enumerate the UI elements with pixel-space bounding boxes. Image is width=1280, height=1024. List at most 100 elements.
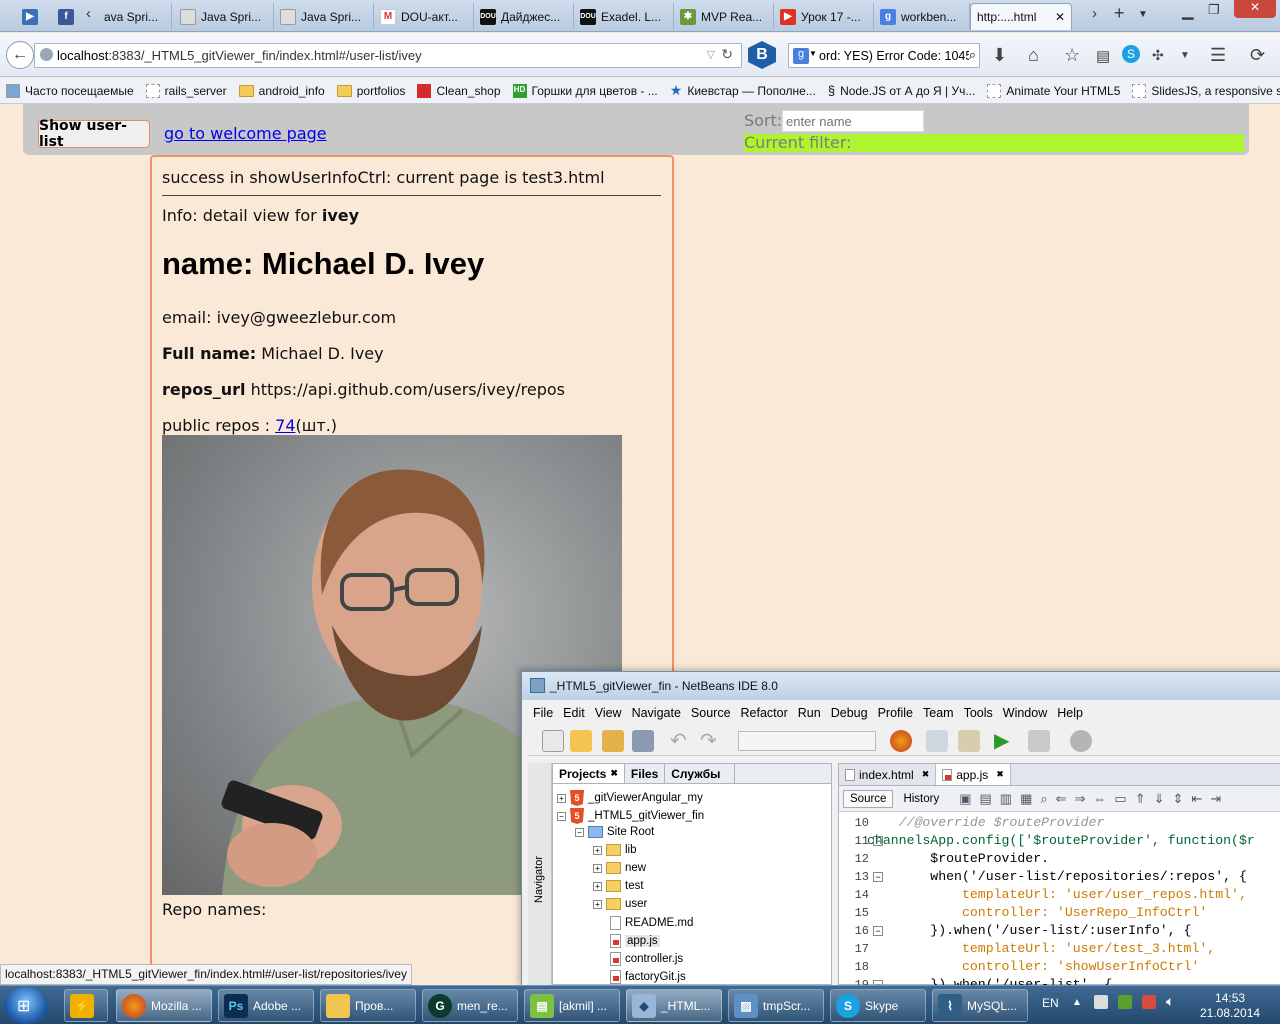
new-file-icon[interactable] (542, 730, 564, 752)
menu-window[interactable]: Window (1003, 706, 1047, 720)
dropdown-icon[interactable]: ▼ (1180, 50, 1190, 61)
reload-icon[interactable]: ↻ (721, 46, 733, 63)
code-area[interactable]: 10 11 12 13 14 15 16 17 18 19 − − − − //… (839, 814, 1280, 992)
tab-item[interactable]: DOU Дайджес... (474, 3, 574, 30)
bookmark-item[interactable]: Clean_shop (417, 83, 501, 98)
netbeans-title-bar[interactable]: _HTML5_gitViewer_fin - NetBeans IDE 8.0 (522, 672, 1280, 700)
reader-icon[interactable]: ▤ (1096, 47, 1110, 65)
tab-item[interactable]: Java Spri... (174, 3, 274, 30)
bookmark-item[interactable]: ★ Киевстар — Пополне... (670, 82, 816, 99)
language-indicator[interactable]: EN (1042, 996, 1059, 1010)
bookmark-item[interactable]: android_info (238, 84, 325, 98)
taskbar-item-image[interactable]: ▨ tmpScr... (728, 989, 824, 1022)
tab-index-html[interactable]: index.html ✖ (839, 764, 937, 785)
menu-view[interactable]: View (595, 706, 622, 720)
maximize-icon[interactable]: ❐ (1208, 2, 1220, 18)
start-button[interactable]: ⊞ (4, 987, 48, 1024)
tree-item[interactable]: + lib (593, 844, 637, 856)
redo-icon[interactable]: ↷ (700, 728, 717, 753)
bookmark-item[interactable]: SlidesJS, a responsive s... (1132, 83, 1280, 98)
tab-item[interactable]: Java Spri... (274, 3, 374, 30)
tab-pinned-2[interactable]: f (52, 3, 82, 30)
skype-icon[interactable]: S (1122, 45, 1140, 63)
navigator-strip[interactable]: Navigator (528, 763, 552, 985)
debug-icon[interactable] (1028, 730, 1050, 752)
taskbar-item-skype[interactable]: S Skype (830, 989, 926, 1022)
expand-icon[interactable]: + (557, 793, 566, 803)
taskbar-item-mysql[interactable]: ⌇ MySQL... (932, 989, 1028, 1022)
bookmark-star-icon[interactable]: ☆ (1064, 45, 1080, 66)
close-icon[interactable]: ✖ (922, 769, 930, 780)
tab-item[interactable]: M DOU-акт... (374, 3, 474, 30)
menu-refactor[interactable]: Refactor (741, 706, 788, 720)
bookmark-item[interactable]: rails_server (145, 83, 227, 98)
menu-tools[interactable]: Tools (964, 706, 993, 720)
bookmark-item[interactable]: § Node.JS от А до Я | Уч... (828, 83, 976, 98)
tab-scroll-right-icon[interactable]: › (1092, 5, 1097, 22)
taskbar-item-explorer[interactable]: Пров... (320, 989, 416, 1022)
clock[interactable]: 14:53 21.08.2014 (1200, 991, 1260, 1021)
expand-icon[interactable]: + (593, 845, 602, 855)
back-button[interactable]: ← (6, 41, 34, 69)
tree-item[interactable]: + test (593, 880, 644, 892)
menu-source[interactable]: Source (691, 706, 731, 720)
dropdown-icon[interactable]: ▽ (707, 48, 715, 61)
config-select[interactable] (738, 731, 876, 751)
bookmark-item[interactable]: HD Горшки для цветов - ... (512, 83, 658, 98)
close-window-icon[interactable]: ✕ (1234, 0, 1276, 18)
expand-icon[interactable]: + (593, 863, 602, 873)
tray-expand-icon[interactable]: ▲ (1072, 997, 1082, 1008)
close-icon[interactable]: ✖ (996, 769, 1004, 780)
taskbar-item-app[interactable]: Gmen_re... (422, 989, 518, 1022)
tab-active[interactable]: http:....html ✕ (970, 3, 1072, 30)
taskbar-item-winamp[interactable]: ⚡ (64, 989, 108, 1022)
tab-pinned-1[interactable]: ▶ (16, 3, 48, 30)
tab-scroll-left-icon[interactable]: ‹ (86, 5, 91, 22)
bug-icon[interactable]: ✣ (1152, 47, 1164, 64)
menu-debug[interactable]: Debug (831, 706, 868, 720)
bookmark-item[interactable]: portfolios (336, 84, 405, 98)
undo-icon[interactable]: ↶ (670, 728, 687, 753)
search-icon[interactable]: ⌕ (968, 47, 976, 63)
tree-item[interactable]: + new (593, 862, 646, 874)
collapse-icon[interactable]: − (575, 827, 584, 837)
build-icon[interactable] (926, 730, 948, 752)
tab-services[interactable]: Службы (665, 764, 736, 783)
taskbar-item-netbeans[interactable]: ◆ _HTML... (626, 989, 722, 1022)
tray-flag-icon[interactable] (1142, 995, 1156, 1009)
tab-item[interactable]: DOU Exadel. L... (574, 3, 674, 30)
menu-icon[interactable]: ☰ (1210, 45, 1226, 66)
menu-edit[interactable]: Edit (563, 706, 585, 720)
tree-item[interactable]: − Site Root (575, 826, 654, 838)
expand-icon[interactable]: + (593, 899, 602, 909)
history-button[interactable]: History (897, 791, 945, 807)
close-icon[interactable]: ✖ (610, 768, 618, 779)
menu-team[interactable]: Team (923, 706, 954, 720)
url-bar[interactable]: localhost:8383/_HTML5_gitViewer_fin/inde… (34, 43, 742, 68)
profile-icon[interactable] (1070, 730, 1092, 752)
home-icon[interactable]: ⌂ (1028, 45, 1039, 66)
menu-navigate[interactable]: Navigate (632, 706, 681, 720)
tab-files[interactable]: Files (625, 764, 666, 783)
close-tab-icon[interactable]: ✕ (1055, 10, 1065, 24)
run-icon[interactable]: ▶ (994, 728, 1009, 753)
tree-item[interactable]: README.md (610, 916, 693, 930)
editor-tool-icons[interactable]: ▣▤▥▦⌕⇐⇒⇔▭⇑⇓⇕⇤⇥ (959, 791, 1229, 807)
sync-icon[interactable]: ⟳ (1250, 45, 1265, 66)
download-icon[interactable]: ⬇ (992, 45, 1007, 66)
clean-build-icon[interactable] (958, 730, 980, 752)
tree-item[interactable]: factoryGit.js (610, 970, 686, 984)
tray-network-icon[interactable] (1118, 995, 1132, 1009)
source-button[interactable]: Source (843, 789, 894, 808)
tab-item[interactable]: ▶ Урок 17 -... (774, 3, 874, 30)
tab-item[interactable]: ava Spri... (98, 3, 172, 30)
tree-item[interactable]: controller.js (610, 952, 683, 966)
tray-app-icon[interactable] (1094, 995, 1108, 1009)
menu-help[interactable]: Help (1057, 706, 1083, 720)
tree-item[interactable]: + user (593, 898, 647, 910)
show-user-list-button[interactable]: Show user-list (38, 118, 150, 150)
tab-item[interactable]: ✱ MVP Rea... (674, 3, 774, 30)
welcome-link[interactable]: go to welcome page (164, 124, 327, 143)
tree-item-selected[interactable]: app.js (610, 934, 660, 948)
menu-profile[interactable]: Profile (878, 706, 913, 720)
